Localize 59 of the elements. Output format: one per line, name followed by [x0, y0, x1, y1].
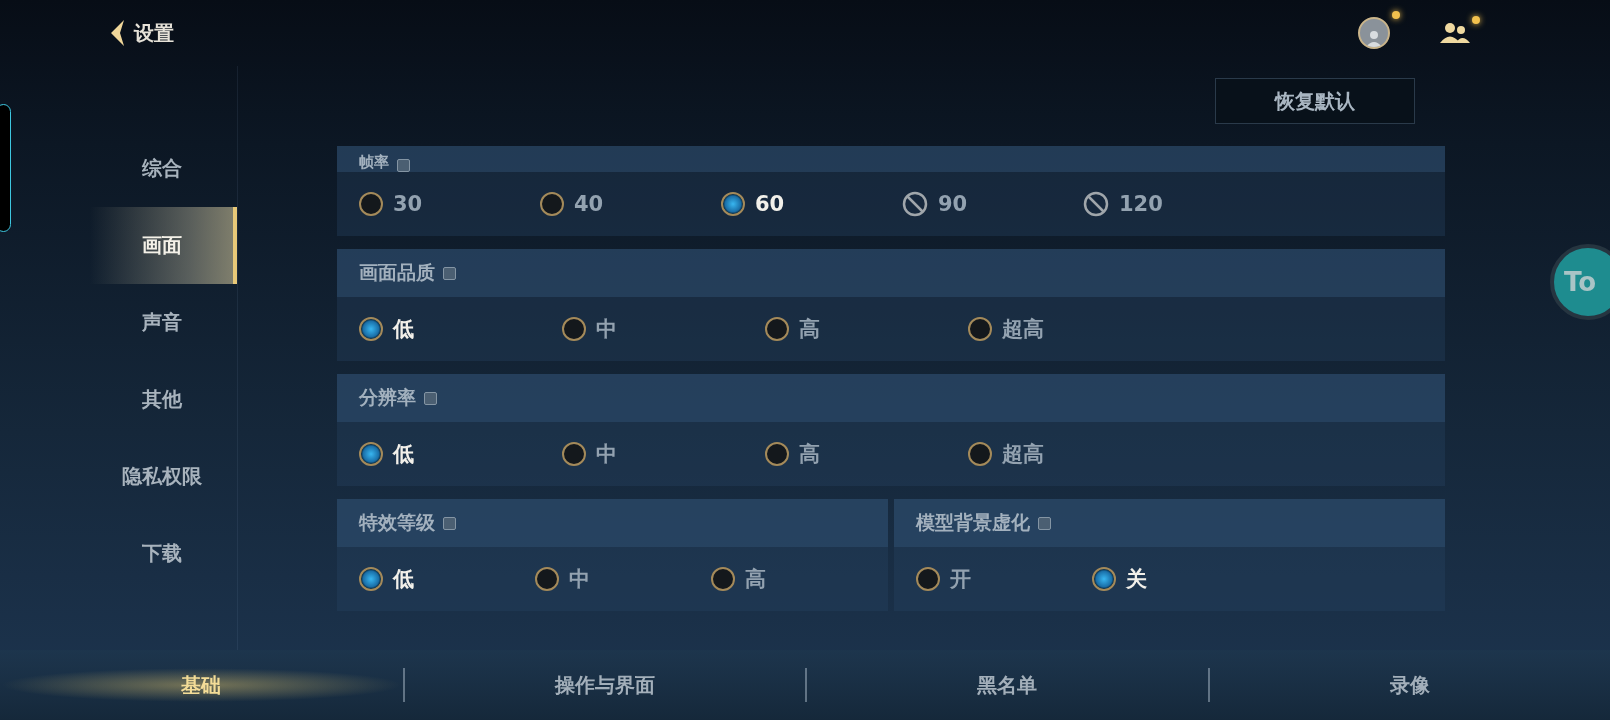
friends-icon[interactable]	[1440, 22, 1470, 44]
radio-option[interactable]: 中	[562, 315, 765, 343]
section-title: 特效等级	[359, 510, 435, 535]
sidebar-item[interactable]: 下载	[90, 515, 237, 592]
radio-option[interactable]: 开	[916, 565, 1092, 593]
radio-button[interactable]	[359, 192, 383, 216]
radio-button[interactable]	[562, 317, 586, 341]
sidebar-item[interactable]: 隐私权限	[90, 438, 237, 515]
radio-button[interactable]	[765, 442, 789, 466]
radio-button[interactable]	[359, 442, 383, 466]
reset-button[interactable]: 恢复默认	[1215, 78, 1415, 124]
radio-option[interactable]: 低	[359, 440, 562, 468]
radio-option[interactable]: 低	[359, 565, 535, 593]
blocked-icon	[902, 191, 928, 217]
radio-option[interactable]: 60	[721, 192, 902, 216]
help-icon[interactable]	[397, 159, 410, 172]
radio-option[interactable]: 高	[765, 315, 968, 343]
radio-option[interactable]: 中	[562, 440, 765, 468]
help-icon[interactable]	[443, 516, 456, 530]
section-title: 模型背景虚化	[916, 510, 1030, 535]
section-title: 分辨率	[359, 385, 416, 410]
radio-button[interactable]	[721, 192, 745, 216]
radio-option[interactable]: 高	[765, 440, 968, 468]
radio-button[interactable]	[359, 567, 383, 591]
section-title: 帧率	[359, 153, 389, 172]
radio-button[interactable]	[968, 442, 992, 466]
side-handle[interactable]	[0, 104, 11, 232]
section-title: 画面品质	[359, 260, 435, 285]
sidebar-item[interactable]: 声音	[90, 284, 237, 361]
bottom-tab[interactable]: 操作与界面	[402, 668, 805, 702]
radio-option[interactable]: 关	[1092, 565, 1268, 593]
help-icon[interactable]	[1038, 516, 1051, 530]
bottom-tab[interactable]: 录像	[1207, 668, 1610, 702]
radio-option[interactable]: 低	[359, 315, 562, 343]
help-icon[interactable]	[424, 391, 437, 405]
radio-option[interactable]: 中	[535, 565, 711, 593]
radio-option[interactable]: 30	[359, 192, 540, 216]
notification-dot	[1392, 11, 1400, 19]
radio-button[interactable]	[562, 442, 586, 466]
notification-dot	[1472, 16, 1480, 24]
bottom-tab[interactable]: 黑名单	[805, 668, 1208, 702]
radio-option[interactable]: 超高	[968, 440, 1171, 468]
radio-option[interactable]: 超高	[968, 315, 1171, 343]
radio-button[interactable]	[916, 567, 940, 591]
radio-button[interactable]	[535, 567, 559, 591]
avatar[interactable]	[1358, 17, 1390, 49]
radio-button[interactable]	[711, 567, 735, 591]
blocked-icon	[1083, 191, 1109, 217]
radio-button[interactable]	[1092, 567, 1116, 591]
radio-option[interactable]: 40	[540, 192, 721, 216]
sidebar-item[interactable]: 其他	[90, 361, 237, 438]
radio-button[interactable]	[359, 317, 383, 341]
radio-button[interactable]	[968, 317, 992, 341]
back-button[interactable]: 设置	[108, 18, 174, 48]
radio-option[interactable]: 高	[711, 565, 887, 593]
radio-button[interactable]	[765, 317, 789, 341]
radio-button[interactable]	[540, 192, 564, 216]
help-icon[interactable]	[443, 266, 456, 280]
sidebar-item[interactable]: 综合	[90, 130, 237, 207]
